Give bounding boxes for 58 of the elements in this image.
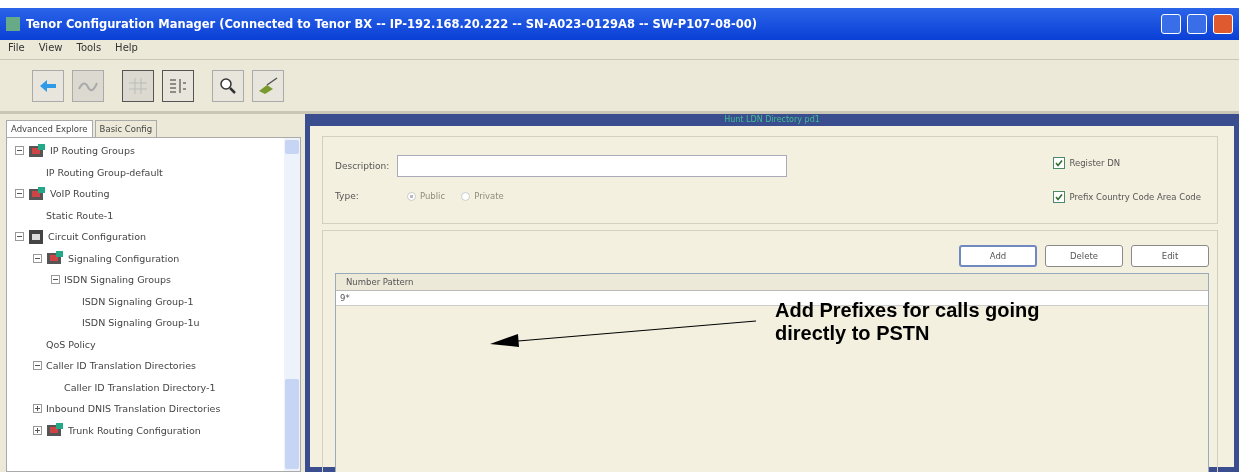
tree-item[interactable]: ISDN Signaling Group-1u (82, 317, 200, 329)
description-field[interactable] (397, 155, 787, 177)
arrow-icon (38, 78, 58, 93)
collapse-icon[interactable] (51, 275, 60, 285)
toolbar-button[interactable] (212, 69, 244, 102)
tree-item[interactable]: ISDN Signaling Group-1 (82, 295, 194, 307)
module-icon (46, 250, 64, 267)
field-label: Description: (335, 161, 391, 171)
tree-item[interactable]: QoS Policy (46, 338, 96, 350)
menu-item[interactable]: View (38, 42, 63, 57)
tree-item[interactable]: IP Routing Groups (50, 145, 135, 157)
column-header: Number Pattern (336, 274, 1208, 291)
minimize-button[interactable] (1161, 14, 1181, 34)
tree-item[interactable]: Inbound DNIS Translation Directories (46, 403, 221, 415)
maximize-button[interactable] (1187, 14, 1207, 34)
module-icon (28, 185, 46, 202)
tab[interactable]: Advanced Explore (6, 120, 93, 137)
module-icon (28, 142, 46, 159)
tree-item[interactable]: Circuit Configuration (48, 231, 147, 243)
checkbox[interactable] (1053, 157, 1066, 169)
tree-item[interactable]: Caller ID Translation Directory-1 (64, 381, 216, 393)
collapse-icon[interactable] (33, 361, 42, 371)
tree-item[interactable]: Signaling Configuration (68, 252, 180, 264)
tab[interactable]: Basic Config (94, 120, 158, 137)
close-button[interactable] (1213, 14, 1233, 34)
module-icon (46, 422, 64, 439)
menu-item[interactable]: Help (115, 42, 138, 57)
checkbox[interactable] (1053, 191, 1066, 203)
expand-icon[interactable] (33, 425, 42, 435)
expand-icon[interactable] (33, 404, 42, 414)
tree-item[interactable]: Caller ID Translation Directories (46, 360, 197, 372)
grid-icon (128, 76, 148, 95)
checkbox-label[interactable]: Register DN (1069, 158, 1121, 168)
collapse-icon[interactable] (15, 146, 24, 156)
list-icon (168, 76, 188, 95)
collapse-icon[interactable] (15, 232, 24, 242)
search-icon (219, 76, 237, 95)
tree-item[interactable]: IP Routing Group-default (46, 166, 163, 178)
tree-item[interactable]: VoIP Routing (50, 188, 110, 200)
window-title: Tenor Configuration Manager (Connected to Tenor BX -- IP-192.168.20.222 -- SN-A023-0129A8 -- SW-P107-08-00) (26, 17, 758, 31)
tree-item[interactable]: ISDN Signaling Groups (64, 274, 172, 286)
action-button[interactable]: Edit (1131, 245, 1209, 267)
menu-item[interactable]: File (8, 42, 25, 57)
tree-item[interactable]: Trunk Routing Configuration (68, 424, 201, 436)
collapse-icon[interactable] (33, 253, 42, 263)
checkbox-label[interactable]: Prefix Country Code Area Code (1069, 192, 1201, 202)
panel-title: Hunt LDN Directory pd1 (724, 115, 820, 124)
action-button[interactable]: Delete (1045, 245, 1123, 267)
toolbar-button[interactable] (162, 69, 194, 102)
action-button[interactable]: Add (959, 245, 1037, 267)
menu-item[interactable]: Tools (76, 42, 102, 57)
brush-icon (257, 76, 279, 95)
chip-icon (28, 228, 44, 245)
app-icon (6, 17, 20, 31)
scrollbar[interactable] (284, 138, 300, 471)
tree-item[interactable]: Static Route-1 (46, 209, 114, 221)
collapse-icon[interactable] (15, 189, 24, 199)
field-label: Type: (335, 191, 360, 201)
